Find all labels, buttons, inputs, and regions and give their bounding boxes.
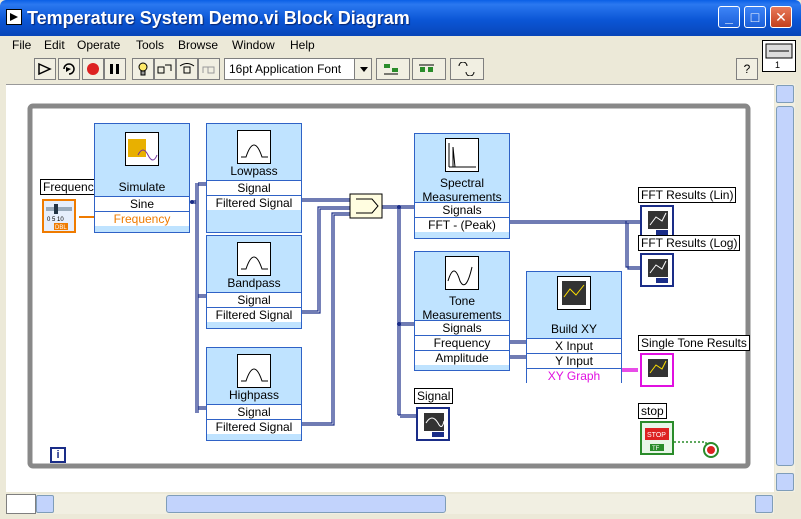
horizontal-scrollbar[interactable] (6, 494, 774, 514)
scroll-left-button[interactable] (36, 495, 54, 513)
scroll-right-button[interactable] (755, 495, 773, 513)
merge-signals-node (349, 193, 383, 219)
signal-label[interactable]: Signal (414, 388, 454, 404)
highpass-express-vi[interactable]: Highpass Signal Filtered Signal (206, 347, 302, 441)
align-objects-icon[interactable] (376, 58, 410, 80)
lowpass-signal-row[interactable]: Signal (207, 180, 301, 195)
build-xy-icon (557, 276, 591, 310)
lowpass-express-vi[interactable]: Lowpass Signal Filtered Signal (206, 123, 302, 233)
menu-edit[interactable]: Edit (44, 38, 65, 52)
font-select[interactable]: 16pt Application Font (224, 58, 360, 80)
build-xy-title: Build XY (550, 322, 598, 336)
run-continuously-icon[interactable] (58, 58, 80, 80)
frequency-label[interactable]: Frequency (40, 179, 96, 195)
bandpass-title: Bandpass (227, 276, 281, 290)
title-bar: Temperature System Demo.vi Block Diagram… (0, 0, 801, 36)
fft-lin-graph-icon[interactable] (640, 205, 674, 239)
build-xy-graph-row[interactable]: XY Graph (527, 368, 621, 383)
build-xy-y-row[interactable]: Y Input (527, 353, 621, 368)
menu-file[interactable]: File (12, 38, 31, 52)
bandpass-filter-icon (237, 242, 271, 276)
step-out-icon[interactable] (198, 58, 220, 80)
bandpass-signal-row[interactable]: Signal (207, 292, 301, 307)
font-dropdown-arrow[interactable] (354, 58, 372, 80)
stop-label[interactable]: stop (638, 403, 667, 419)
menu-browse[interactable]: Browse (178, 38, 218, 52)
maximize-button[interactable]: □ (744, 6, 766, 28)
spectral-fft-row[interactable]: FFT - (Peak) (415, 217, 509, 232)
step-over-icon[interactable] (176, 58, 198, 80)
highlight-execution-icon[interactable] (132, 58, 154, 80)
highpass-title: Highpass (228, 388, 280, 402)
reorder-icon[interactable] (450, 58, 484, 80)
horizontal-scroll-thumb[interactable] (166, 495, 446, 513)
iteration-terminal-icon[interactable]: i (50, 447, 66, 463)
menu-help[interactable]: Help (290, 38, 315, 52)
tone-frequency-row[interactable]: Frequency (415, 335, 509, 350)
pause-icon[interactable] (104, 58, 126, 80)
scroll-down-button[interactable] (776, 473, 794, 491)
spectral-express-vi[interactable]: Spectral Measurements Signals FFT - (Pea… (414, 133, 510, 239)
frequency-terminal-icon[interactable]: 0 5 10 DBL (42, 199, 76, 233)
signal-graph-icon[interactable] (416, 407, 450, 441)
vertical-scrollbar[interactable] (775, 84, 795, 492)
fft-log-graph-icon[interactable] (640, 253, 674, 287)
fft-log-label[interactable]: FFT Results (Log) (638, 235, 741, 251)
highpass-signal-row[interactable]: Signal (207, 404, 301, 419)
menu-tools[interactable]: Tools (136, 38, 164, 52)
highpass-filtered-row[interactable]: Filtered Signal (207, 419, 301, 434)
toolbar: 16pt Application Font ? (4, 58, 764, 82)
tone-express-vi[interactable]: Tone Measurements Signals Frequency Ampl… (414, 251, 510, 371)
step-into-icon[interactable] (154, 58, 176, 80)
simulate-frequency-row[interactable]: Frequency (95, 211, 189, 226)
lowpass-title: Lowpass (230, 164, 278, 178)
build-xy-x-row[interactable]: X Input (527, 338, 621, 353)
svg-text:1: 1 (775, 60, 780, 70)
abort-icon[interactable] (82, 58, 104, 80)
bandpass-express-vi[interactable]: Bandpass Signal Filtered Signal (206, 235, 302, 329)
spectral-title: Spectral Measurements (422, 176, 502, 204)
fft-lin-label[interactable]: FFT Results (Lin) (638, 187, 737, 203)
dbl-badge-text: DBL (55, 225, 67, 231)
simulate-title: Simulate (118, 180, 166, 194)
minimize-button[interactable]: _ (718, 6, 740, 28)
lowpass-filtered-row[interactable]: Filtered Signal (207, 195, 301, 210)
simulate-express-vi[interactable]: Simulate Sine Frequency (94, 123, 190, 233)
fft-icon (445, 138, 479, 172)
lowpass-filter-icon (237, 130, 271, 164)
tone-signals-row[interactable]: Signals (415, 320, 509, 335)
menu-window[interactable]: Window (232, 38, 275, 52)
tone-title: Tone Measurements (422, 294, 502, 322)
vertical-scroll-thumb[interactable] (776, 106, 794, 466)
tone-amplitude-row[interactable]: Amplitude (415, 350, 509, 365)
bandpass-filtered-row[interactable]: Filtered Signal (207, 307, 301, 322)
stop-terminal-icon[interactable]: STOP TF (640, 421, 674, 455)
window-title: Temperature System Demo.vi Block Diagram (27, 8, 410, 28)
simulate-icon (125, 132, 159, 166)
vi-icon[interactable]: 1 (762, 40, 796, 72)
labview-app-icon[interactable] (6, 9, 22, 25)
highpass-filter-icon (237, 354, 271, 388)
simulate-sine-row[interactable]: Sine (95, 196, 189, 211)
status-field (6, 494, 36, 514)
run-arrow-icon[interactable] (34, 58, 56, 80)
close-button[interactable]: ✕ (770, 6, 792, 28)
scroll-up-button[interactable] (776, 85, 794, 103)
context-help-button[interactable]: ? (736, 58, 758, 80)
tf-badge-text: TF (652, 446, 660, 452)
spectral-signals-row[interactable]: Signals (415, 202, 509, 217)
block-diagram-canvas[interactable]: Frequency 0 5 10 DBL Simulate Sine Frequ… (6, 84, 774, 492)
single-tone-graph-icon[interactable] (640, 353, 674, 387)
stop-button-text: STOP (647, 432, 666, 439)
distribute-objects-icon[interactable] (412, 58, 446, 80)
build-xy-express-vi[interactable]: Build XY X Input Y Input XY Graph (526, 271, 622, 383)
frequency-scale-text: 0 5 10 (47, 217, 64, 223)
tone-icon (445, 256, 479, 290)
menu-operate[interactable]: Operate (77, 38, 120, 52)
single-tone-label[interactable]: Single Tone Results (638, 335, 750, 351)
